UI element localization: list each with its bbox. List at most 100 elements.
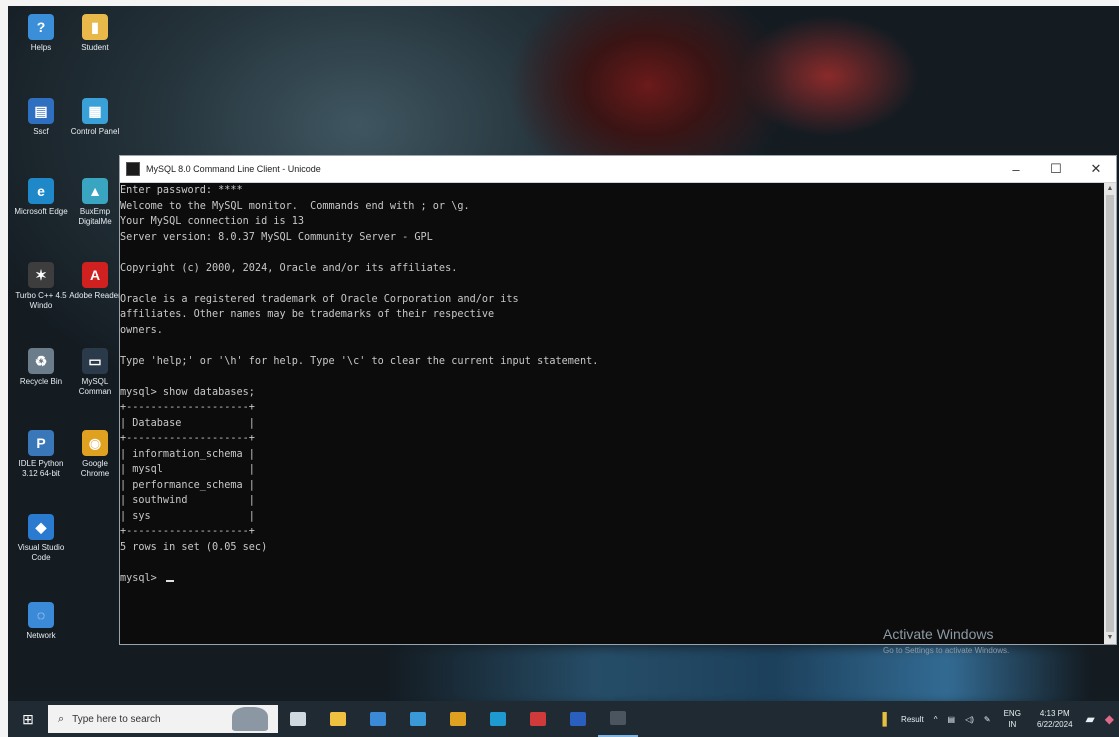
- minimize-button[interactable]: –: [996, 156, 1036, 182]
- mysql-console-window[interactable]: MySQL 8.0 Command Line Client - Unicode …: [119, 155, 1117, 645]
- desktop-icon-label: Recycle Bin: [19, 377, 63, 386]
- control-panel-icon: ▦: [82, 98, 108, 124]
- taskbar-app-word[interactable]: [558, 701, 598, 737]
- desktop-icon-network[interactable]: ◌ Network: [14, 602, 68, 641]
- scroll-down-icon[interactable]: ▼: [1104, 632, 1116, 644]
- console-line: | mysql |: [120, 464, 255, 475]
- student-icon: ▮: [82, 14, 108, 40]
- desktop-icon-recycle-bin[interactable]: ♻ Recycle Bin: [14, 348, 68, 387]
- console-line: owners.: [120, 324, 163, 336]
- console-line: Enter password: ****: [120, 185, 243, 196]
- desktop-icon-idle-python-3-12-64-bit[interactable]: P IDLE Python 3.12 64-bit: [14, 430, 68, 479]
- system-tray: ▌ Result ^ ▤ ◁) ✎ ENG IN 4:13 PM 6/22/20…: [878, 701, 1119, 737]
- desktop-icon-label: BuxEmp DigitalMe: [78, 207, 112, 226]
- activate-windows-watermark: Activate Windows Go to Settings to activ…: [883, 626, 1009, 655]
- copilot-icon[interactable]: ◆: [1105, 712, 1114, 726]
- console-line: mysql>: [120, 573, 174, 584]
- taskbar-app-folder[interactable]: [398, 701, 438, 737]
- file-explorer-icon: [330, 712, 346, 726]
- console-line: Oracle is a registered trademark of Orac…: [120, 293, 519, 305]
- console-line: | performance_schema |: [120, 479, 255, 491]
- console-line: | information_schema |: [120, 448, 255, 460]
- desktop-icon-label: Google Chrome: [80, 459, 110, 478]
- taskbar-search[interactable]: ⌕ Type here to search: [48, 705, 278, 733]
- taskbar-app-file-explorer[interactable]: [318, 701, 358, 737]
- text-cursor: [165, 579, 174, 582]
- scrollbar-thumb[interactable]: [1106, 195, 1114, 632]
- buxemp-digitalme-icon: ▲: [82, 178, 108, 204]
- search-icon: ⌕: [58, 712, 65, 725]
- task-view-icon: [290, 712, 306, 726]
- taskbar-app-mysql-console[interactable]: [598, 701, 638, 737]
- recycle-bin-icon: ♻: [28, 348, 54, 374]
- lang-code: ENG: [1003, 709, 1021, 718]
- desktop-icon-label: Network: [26, 631, 56, 640]
- taskbar: ⊞ ⌕ Type here to search ▌ Result ^ ▤ ◁) …: [8, 701, 1119, 737]
- window-titlebar[interactable]: MySQL 8.0 Command Line Client - Unicode …: [120, 156, 1116, 183]
- folder-icon: [410, 712, 426, 726]
- tray-overflow-icon[interactable]: ^: [934, 715, 938, 724]
- network-icon: ◌: [28, 602, 54, 628]
- console-line: affiliates. Other names may be trademark…: [120, 309, 495, 320]
- maximize-button[interactable]: ☐: [1036, 156, 1076, 182]
- desktop-icon-microsoft-edge[interactable]: e Microsoft Edge: [14, 178, 68, 217]
- taskbar-app-photos[interactable]: [518, 701, 558, 737]
- desktop-icon-visual-studio-code[interactable]: ◆ Visual Studio Code: [14, 514, 68, 563]
- desktop-icon-label: IDLE Python 3.12 64-bit: [18, 459, 64, 478]
- console-line: Copyright (c) 2000, 2024, Oracle and/or …: [120, 262, 458, 274]
- console-line: +--------------------+: [120, 433, 255, 444]
- desktop-icon-buxemp-digitalme[interactable]: ▲ BuxEmp DigitalMe: [68, 178, 122, 227]
- helps-icon: ?: [28, 14, 54, 40]
- pen-icon[interactable]: ✎: [984, 715, 991, 724]
- console-line: +--------------------+: [120, 402, 255, 413]
- desktop-icon-label: Helps: [30, 43, 52, 52]
- microsoft-edge-icon: e: [28, 178, 54, 204]
- windows-logo-icon: ⊞: [22, 710, 34, 727]
- console-output[interactable]: Enter password: **** Welcome to the MySQL…: [120, 183, 1104, 644]
- taskbar-app-task-view[interactable]: [278, 701, 318, 737]
- desktop-icon-student[interactable]: ▮ Student: [68, 14, 122, 53]
- chrome-icon: [450, 712, 466, 726]
- console-line: +--------------------+: [120, 526, 255, 537]
- taskbar-app-chrome[interactable]: [438, 701, 478, 737]
- activate-subtext: Go to Settings to activate Windows.: [883, 646, 1010, 655]
- weather-icon[interactable]: ▌: [883, 712, 892, 726]
- desktop-icon-label: Adobe Reader: [69, 291, 121, 300]
- taskbar-app-store[interactable]: [358, 701, 398, 737]
- edge-icon: [490, 712, 506, 726]
- console-line: | southwind |: [120, 495, 255, 506]
- language-indicator[interactable]: ENG IN: [1004, 708, 1021, 730]
- desktop-icon-google-chrome[interactable]: ◉ Google Chrome: [68, 430, 122, 479]
- desktop-icon-helps[interactable]: ? Helps: [14, 14, 68, 53]
- console-line: | sys |: [120, 510, 255, 522]
- clock-date: 6/22/2024: [1036, 720, 1073, 729]
- console-app-icon: [126, 162, 140, 176]
- wallpaper-glow: [388, 646, 1088, 706]
- scroll-up-icon[interactable]: ▲: [1104, 183, 1116, 195]
- store-icon: [370, 712, 386, 726]
- clock[interactable]: 4:13 PM 6/22/2024: [1037, 708, 1073, 730]
- desktop-icon-mysql-comman[interactable]: ▭ MySQL Comman: [68, 348, 122, 397]
- close-button[interactable]: ✕: [1076, 156, 1116, 182]
- desktop-icon-control-panel[interactable]: ▦ Control Panel: [68, 98, 122, 137]
- window-title: MySQL 8.0 Command Line Client - Unicode: [146, 164, 321, 174]
- start-button[interactable]: ⊞: [8, 701, 48, 737]
- console-line: Type 'help;' or '\h' for help. Type '\c'…: [120, 355, 599, 367]
- console-line: 5 rows in set (0.05 sec): [120, 541, 268, 553]
- desktop-icon-label: Visual Studio Code: [17, 543, 65, 562]
- search-placeholder: Type here to search: [72, 713, 161, 725]
- search-highlight-image: [232, 707, 268, 731]
- desktop-icon-sscf[interactable]: ▤ Sscf: [14, 98, 68, 137]
- vertical-scrollbar[interactable]: ▲ ▼: [1104, 183, 1116, 644]
- weather-label[interactable]: Result: [901, 715, 924, 724]
- sscf-icon: ▤: [28, 98, 54, 124]
- desktop-icon-adobe-reader[interactable]: A Adobe Reader: [68, 262, 122, 301]
- network-icon[interactable]: ▤: [948, 715, 956, 724]
- notification-icon[interactable]: ▰: [1086, 712, 1095, 726]
- desktop-icon-label: Control Panel: [70, 127, 120, 136]
- taskbar-app-edge[interactable]: [478, 701, 518, 737]
- desktop-icon-label: Sscf: [33, 127, 49, 136]
- volume-icon[interactable]: ◁): [965, 715, 974, 724]
- desktop-icon-turbo-c-4-5-windo[interactable]: ✶ Turbo C++ 4.5 Windo: [14, 262, 68, 311]
- idle-python-3-12-64-bit-icon: P: [28, 430, 54, 456]
